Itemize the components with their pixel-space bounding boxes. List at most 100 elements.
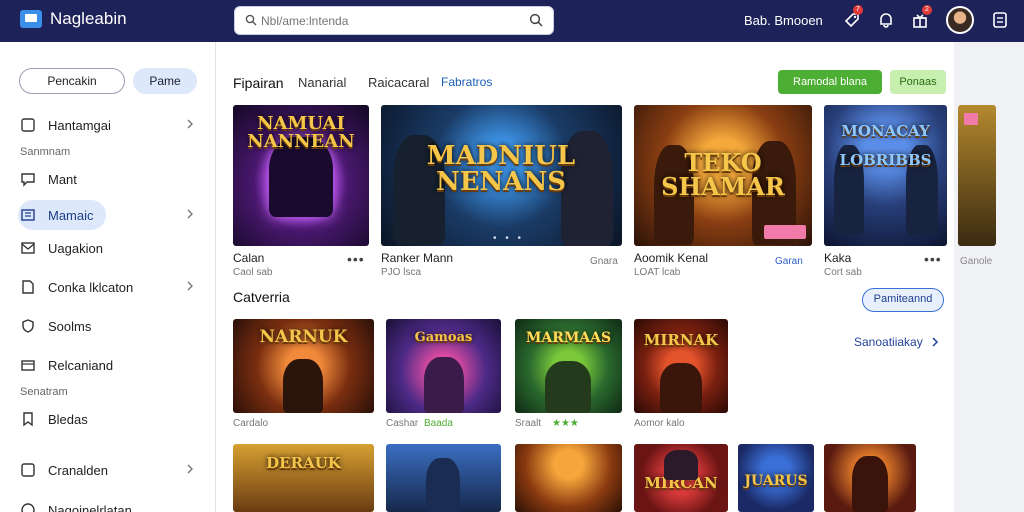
sidebar-item-label: Hantamgai xyxy=(48,117,111,133)
sidebar-section-label: Sanmnam xyxy=(20,146,71,158)
featured-card-1[interactable]: NAMUAI NANNEAN xyxy=(233,105,369,246)
game-name[interactable]: Cashar xyxy=(386,418,418,429)
game-meta: LOAT lcab xyxy=(634,267,681,278)
sidebar-secondary-pill[interactable]: Pame xyxy=(133,68,197,94)
sidebar-item-label: Mant xyxy=(48,171,77,187)
mail-icon xyxy=(21,242,35,254)
game-card[interactable]: Gamoas xyxy=(386,319,501,413)
game-tag[interactable]: Garan xyxy=(775,256,803,267)
game-name[interactable]: Ranker Mann xyxy=(381,251,453,265)
game-rating: ★★★ xyxy=(552,418,579,429)
tab-2[interactable]: Nanarial xyxy=(298,75,346,90)
search-submit-icon[interactable] xyxy=(529,13,543,27)
sidebar-primary-pill[interactable]: Pencakin xyxy=(19,68,125,94)
tab-3[interactable]: Raicacaral xyxy=(368,75,429,90)
price-tag[interactable] xyxy=(764,225,806,239)
brand-name: Nagleabin xyxy=(50,9,127,28)
search-box[interactable] xyxy=(234,6,554,35)
sidebar-item-4[interactable]: Uagakion xyxy=(18,233,198,263)
list-icon xyxy=(21,209,35,221)
game-name[interactable]: Cardalo xyxy=(233,418,268,429)
square-icon xyxy=(21,118,35,132)
sidebar-section-label: Senatram xyxy=(20,386,68,398)
bell-icon[interactable] xyxy=(876,10,896,30)
see-all-label: Sanoatiiakay xyxy=(854,335,923,349)
main-content: Fipairan Nanarial Raicacaral Fabratros R… xyxy=(216,42,954,512)
game-name[interactable]: Aomor kalo xyxy=(634,418,685,429)
sidebar-item-1[interactable]: Hantamgai xyxy=(18,110,198,140)
featured-card-2[interactable]: MADNIUL NENANS • • • xyxy=(381,105,622,246)
chevron-right-icon xyxy=(932,337,938,347)
sidebar-item-label: Bledas xyxy=(48,411,88,427)
primary-action-button[interactable]: Ramodal blana xyxy=(778,70,882,94)
top-nav-link[interactable]: Bab. Bmooen xyxy=(744,13,823,28)
game-card[interactable] xyxy=(515,444,622,512)
game-meta: Caol sab xyxy=(233,267,273,278)
frame-icon xyxy=(21,463,35,477)
game-art-title: MIRNAK xyxy=(643,331,719,349)
sidebar-item-label: Nagoinelrlatan xyxy=(48,502,132,512)
sidebar-item-5[interactable]: Conka lklcaton xyxy=(18,272,198,302)
game-name[interactable]: Aoomik Kenal xyxy=(634,251,708,265)
sidebar-item-8[interactable]: Bledas xyxy=(18,404,198,434)
sidebar-item-10[interactable]: Nagoinelrlatan xyxy=(18,495,198,512)
shield-icon xyxy=(22,319,34,333)
game-tag: Gnara xyxy=(590,256,618,267)
game-card[interactable]: DERAUK xyxy=(233,444,374,512)
game-card[interactable]: MIRNAK xyxy=(634,319,728,413)
section-filter-button[interactable]: Pamiteannd xyxy=(862,288,944,312)
top-bar: Nagleabin Bab. Bmooen 7 2 xyxy=(0,0,1024,42)
game-name[interactable]: Calan xyxy=(233,251,264,265)
sidebar-item-3[interactable]: Mamaic xyxy=(18,200,106,230)
sidebar-item-2[interactable]: Mant xyxy=(18,164,198,194)
sidebar-item-label: Relcaniand xyxy=(48,357,114,373)
tab-1[interactable]: Fipairan xyxy=(233,75,284,91)
doc-icon xyxy=(22,280,34,294)
secondary-action-button[interactable]: Ponaas xyxy=(890,70,946,94)
bookmark-icon xyxy=(23,412,33,427)
game-art-title: DERAUK xyxy=(266,454,341,472)
sidebar: Pencakin Pame Hantamgai Sanmnam Mant Mam… xyxy=(0,42,216,512)
sidebar-item-6[interactable]: Soolms xyxy=(18,311,198,341)
see-all-link[interactable]: Sanoatiiakay xyxy=(854,335,939,349)
search-input[interactable] xyxy=(261,12,521,30)
search-icon xyxy=(245,14,257,26)
game-art-title: NAMUAI NANNEAN xyxy=(247,113,355,152)
chevron-right-icon xyxy=(187,119,193,129)
game-card[interactable]: MIRCAN xyxy=(634,444,728,512)
section-title: Catverria xyxy=(233,289,290,305)
game-art xyxy=(664,450,698,480)
chevron-right-icon xyxy=(187,464,193,474)
menu-grid-icon[interactable] xyxy=(990,10,1010,30)
chevron-right-icon xyxy=(187,281,193,291)
game-card[interactable]: MARMAAS xyxy=(515,319,622,413)
game-card[interactable]: NARNUK xyxy=(233,319,374,413)
featured-card-4[interactable]: MONACAY LOBRIBBS xyxy=(824,105,947,246)
chevron-right-icon xyxy=(187,209,193,219)
brand[interactable]: Nagleabin xyxy=(20,9,127,29)
tab-4[interactable]: Fabratros xyxy=(441,75,492,89)
sidebar-item-label: Uagakion xyxy=(48,240,103,256)
game-art xyxy=(426,458,460,512)
carousel-dots[interactable]: • • • xyxy=(493,233,524,244)
sidebar-item-7[interactable]: Relcaniand xyxy=(18,350,198,380)
sidebar-item-9[interactable]: Cranalden xyxy=(18,455,198,485)
game-art-title: MARMAAS xyxy=(525,330,612,346)
game-art-title: JUARUS xyxy=(744,473,808,489)
more-options-icon[interactable]: ••• xyxy=(347,251,365,267)
sidebar-item-label: Conka lklcaton xyxy=(48,279,134,295)
game-card[interactable] xyxy=(386,444,501,512)
game-name[interactable]: Sraalt xyxy=(515,418,541,429)
game-name[interactable]: Kaka xyxy=(824,251,851,265)
avatar[interactable] xyxy=(946,6,974,34)
more-options-icon[interactable]: ••• xyxy=(924,251,942,267)
game-card[interactable] xyxy=(824,444,916,512)
peek-card[interactable] xyxy=(958,105,996,246)
right-peek-panel: Ganole xyxy=(954,42,1024,512)
game-art xyxy=(660,363,702,413)
game-art xyxy=(424,357,464,413)
featured-card-3[interactable]: TEKO SHAMAR xyxy=(634,105,812,246)
game-art-title: NARNUK xyxy=(259,327,348,347)
game-card[interactable]: JUARUS xyxy=(738,444,814,512)
box-icon xyxy=(21,360,35,371)
